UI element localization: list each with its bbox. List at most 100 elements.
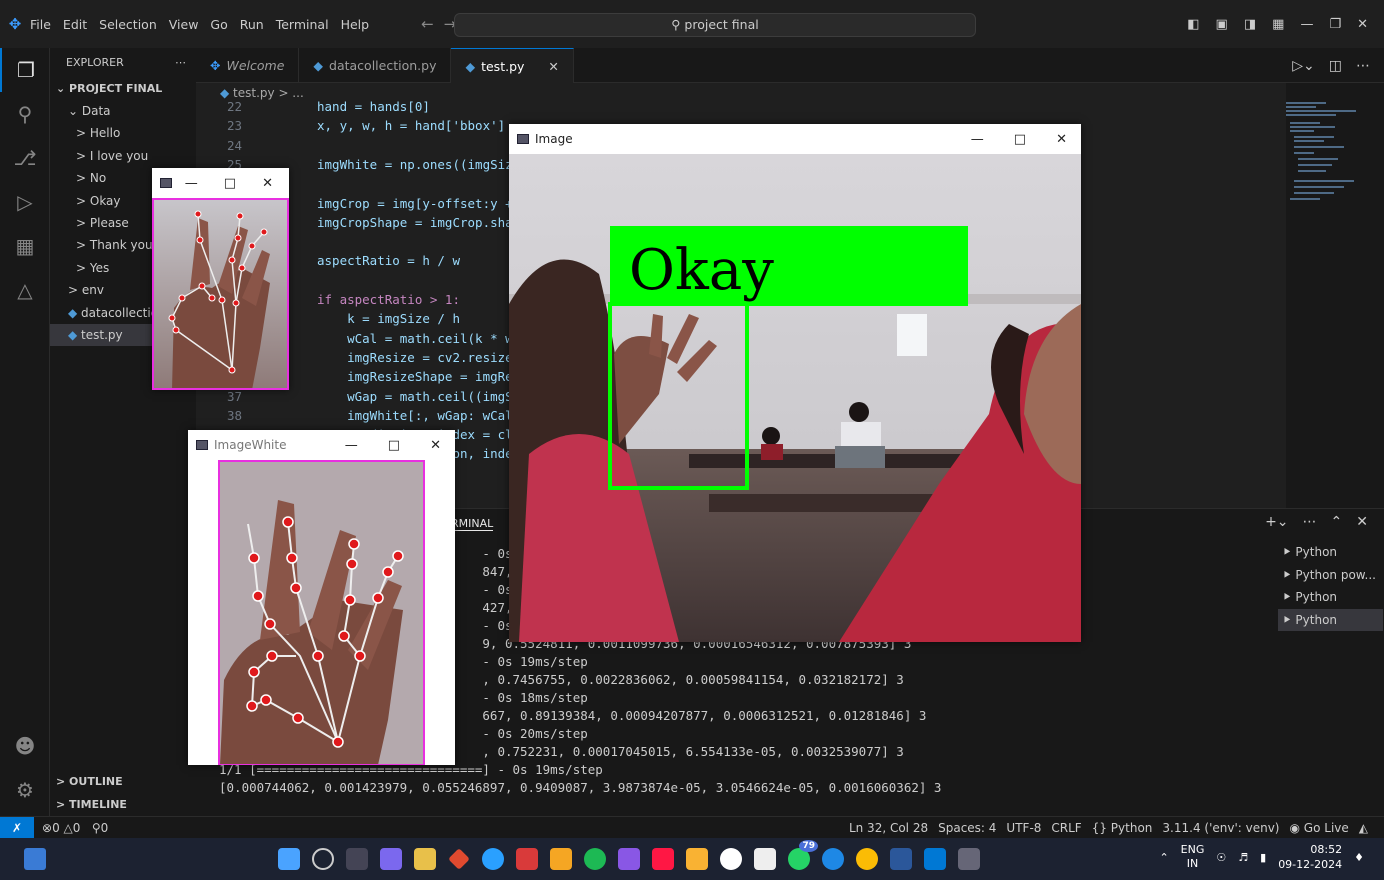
crop-window[interactable]: — □ ✕ — [152, 168, 289, 390]
remote-icon[interactable]: ✗ — [0, 817, 34, 838]
layout-secondary-icon[interactable]: ◨ — [1244, 17, 1256, 32]
youtube-icon[interactable] — [652, 848, 674, 870]
edge-icon[interactable] — [822, 848, 844, 870]
split-editor-icon[interactable]: ◫ — [1329, 58, 1342, 74]
close-tab-icon[interactable]: ✕ — [548, 59, 558, 74]
source-control-icon[interactable]: ⎇ — [0, 136, 50, 180]
close-button[interactable]: ✕ — [430, 438, 441, 453]
terminal-instance[interactable]: ⯈ Python — [1278, 586, 1383, 609]
start-icon[interactable] — [278, 848, 300, 870]
window-titlebar[interactable]: ImageWhite — □ ✕ — [188, 430, 455, 460]
tree-item[interactable]: > I love you — [50, 145, 196, 167]
settings-gear-icon[interactable]: ⚙ — [0, 768, 50, 812]
indentation[interactable]: Spaces: 4 — [938, 817, 996, 839]
vscode-icon[interactable] — [924, 848, 946, 870]
menu-item-help[interactable]: Help — [341, 17, 370, 32]
copilot-icon[interactable] — [380, 848, 402, 870]
task-view-icon[interactable] — [346, 848, 368, 870]
widgets-icon[interactable] — [24, 848, 46, 870]
cursor-position[interactable]: Ln 32, Col 28 — [849, 817, 928, 839]
go-live-button[interactable]: ◉ Go Live — [1290, 817, 1349, 839]
problems-indicator[interactable]: ⊗0 △0 ⚲0 — [34, 817, 108, 838]
account-icon[interactable]: ☻ — [0, 724, 50, 768]
imagewhite-window[interactable]: ImageWhite — □ ✕ — [188, 430, 455, 765]
tab-welcome[interactable]: ✥ Welcome — [196, 48, 300, 83]
tab-test[interactable]: ◆ test.py ✕ — [451, 48, 574, 83]
explorer-icon[interactable]: ❐ — [0, 48, 50, 92]
menu-item-file[interactable]: File — [30, 17, 51, 32]
tree-item[interactable]: > Hello — [50, 122, 196, 144]
minimize-button[interactable]: — — [971, 132, 984, 147]
notification-bell-icon[interactable]: ♦ — [1354, 851, 1364, 864]
minimap[interactable] — [1286, 100, 1366, 210]
close-button[interactable]: ✕ — [262, 176, 273, 191]
run-icon[interactable]: ▷⌄ — [1292, 58, 1315, 74]
maximize-button[interactable]: □ — [1014, 132, 1026, 147]
menu-item-edit[interactable]: Edit — [63, 17, 87, 32]
python-interpreter[interactable]: 3.11.4 ('env': venv) — [1162, 817, 1279, 839]
command-center[interactable]: ⚲ project final — [454, 13, 976, 37]
maximize-panel-icon[interactable]: ⌃ — [1331, 514, 1343, 530]
maximize-button[interactable]: □ — [388, 438, 400, 453]
notifications-icon[interactable]: ◭ — [1359, 817, 1368, 839]
layout-customize-icon[interactable]: ▦ — [1272, 17, 1284, 32]
run-debug-icon[interactable]: ▷ — [0, 180, 50, 224]
minimize-button[interactable]: — — [345, 438, 358, 453]
search-icon[interactable] — [312, 848, 334, 870]
terminal-instance[interactable]: ⯈ Python — [1278, 608, 1383, 632]
terminal-instance[interactable]: ⯈ Python — [1278, 541, 1383, 564]
end-of-line[interactable]: CRLF — [1051, 817, 1081, 839]
menu-item-selection[interactable]: Selection — [99, 17, 157, 32]
more-actions-icon[interactable]: ⋯ — [175, 48, 186, 78]
restore-button[interactable]: ❐ — [1329, 17, 1341, 32]
visual-studio-icon[interactable] — [618, 848, 640, 870]
files-icon[interactable] — [686, 848, 708, 870]
search-icon[interactable]: ⚲ — [0, 92, 50, 136]
testing-icon[interactable]: △ — [0, 268, 50, 312]
maximize-button[interactable]: □ — [224, 176, 236, 191]
menu-item-go[interactable]: Go — [210, 17, 227, 32]
volume-icon[interactable]: ♬ — [1238, 851, 1248, 864]
language-indicator[interactable]: ENG IN — [1181, 843, 1205, 871]
edge-beta-icon[interactable] — [482, 848, 504, 870]
timeline-section[interactable]: > TIMELINE — [50, 794, 127, 816]
more-actions-icon[interactable]: ⋯ — [1303, 514, 1317, 530]
tree-item[interactable]: ⌄ Data — [50, 100, 196, 122]
menu-item-terminal[interactable]: Terminal — [276, 17, 329, 32]
window-titlebar[interactable]: — □ ✕ — [152, 168, 289, 198]
close-panel-icon[interactable]: ✕ — [1356, 514, 1368, 530]
more-actions-icon[interactable]: ⋯ — [1356, 58, 1370, 74]
tab-datacollection[interactable]: ◆ datacollection.py — [299, 48, 452, 83]
mcafee-icon[interactable] — [516, 848, 538, 870]
encoding[interactable]: UTF-8 — [1006, 817, 1041, 839]
new-terminal-icon[interactable]: +⌄ — [1265, 514, 1288, 530]
app-h-icon[interactable] — [754, 848, 776, 870]
layout-sidebar-icon[interactable]: ◧ — [1187, 17, 1199, 32]
battery-icon[interactable]: ▮ — [1260, 851, 1266, 864]
menu-item-view[interactable]: View — [169, 17, 199, 32]
tab-terminal[interactable]: RMINAL — [451, 517, 494, 531]
spotify-icon[interactable] — [584, 848, 606, 870]
language-mode[interactable]: {} Python — [1092, 817, 1153, 839]
image-window[interactable]: Image — □ ✕ Okay — [509, 124, 1081, 642]
close-button[interactable]: ✕ — [1056, 132, 1067, 147]
python-window-icon[interactable] — [958, 848, 980, 870]
extensions-icon[interactable]: ▦ — [0, 224, 50, 268]
terminal-instance[interactable]: ⯈ Python pow... — [1278, 564, 1383, 587]
project-section[interactable]: ⌄ PROJECT FINAL — [50, 78, 196, 100]
window-titlebar[interactable]: Image — □ ✕ — [509, 124, 1081, 154]
wifi-icon[interactable]: ☉ — [1216, 851, 1226, 864]
clock[interactable]: 08:52 09-12-2024 — [1278, 842, 1342, 872]
tray-overflow-icon[interactable]: ⌃ — [1159, 851, 1168, 864]
menu-item-run[interactable]: Run — [240, 17, 264, 32]
outline-section[interactable]: > OUTLINE — [50, 771, 123, 793]
minimize-button[interactable]: — — [185, 176, 198, 191]
word-icon[interactable] — [890, 848, 912, 870]
close-button[interactable]: ✕ — [1357, 17, 1368, 32]
minimize-button[interactable]: — — [1300, 17, 1313, 32]
chrome-icon[interactable] — [856, 848, 878, 870]
file-explorer-icon[interactable] — [414, 848, 436, 870]
app-icon[interactable] — [550, 848, 572, 870]
google-icon[interactable] — [720, 848, 742, 870]
app-icon[interactable] — [448, 848, 470, 870]
